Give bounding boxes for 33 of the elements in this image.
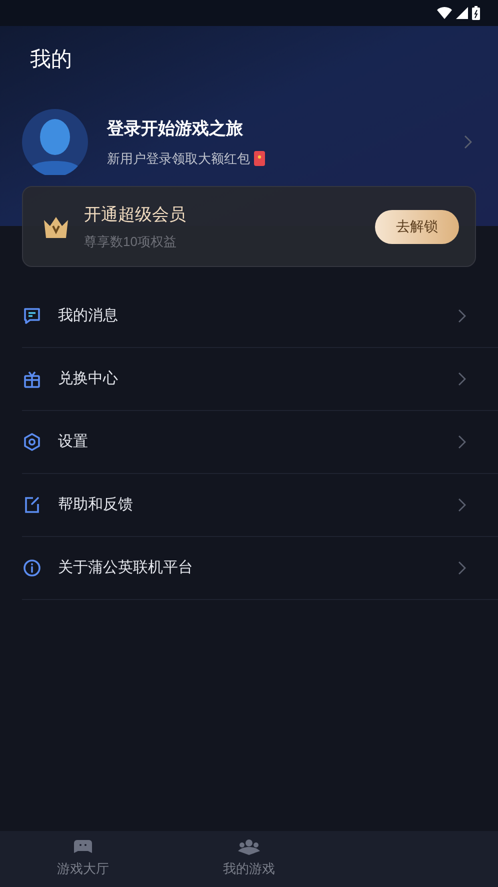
page-title: 我的 — [30, 48, 72, 71]
gift-icon — [22, 369, 42, 389]
wifi-icon — [437, 7, 452, 19]
crown-icon — [43, 216, 69, 238]
avatar-icon — [22, 109, 88, 175]
chevron-right-icon — [458, 498, 466, 512]
chevron-right-icon — [458, 435, 466, 449]
chevron-right-icon — [458, 561, 466, 575]
menu-item[interactable]: 关于蒲公英联机平台 — [22, 537, 498, 600]
chevron-right-icon — [458, 309, 466, 323]
settings-icon — [22, 432, 42, 452]
message-icon — [22, 306, 42, 326]
login-title: 登录开始游戏之旅 — [107, 118, 244, 140]
chevron-right-icon — [464, 135, 472, 149]
gamepad-icon — [74, 839, 92, 856]
nav-tab[interactable]: 我的游戏 — [166, 831, 332, 887]
battery-icon — [472, 6, 480, 20]
vip-title: 开通超级会员 — [84, 204, 187, 226]
nav-tab[interactable]: 游戏大厅 — [0, 831, 166, 887]
menu-item[interactable]: 设置 — [22, 411, 498, 474]
edit-icon — [22, 495, 42, 515]
envelope-icon — [254, 151, 265, 166]
menu-item[interactable]: 兑换中心 — [22, 348, 498, 411]
signal-icon — [456, 7, 468, 19]
login-subtitle: 新用户登录领取大额红包 — [107, 150, 250, 168]
vip-subtitle: 尊享数10项权益 — [84, 232, 178, 250]
people-icon — [238, 839, 260, 856]
chevron-right-icon — [458, 372, 466, 386]
menu-item[interactable]: 帮助和反馈 — [22, 474, 498, 537]
menu-item[interactable]: 我的消息 — [22, 285, 498, 348]
info-icon — [22, 558, 42, 578]
unlock-button[interactable]: 去解锁 — [375, 210, 459, 244]
login-row[interactable]: 登录开始游戏之旅 新用户登录领取大额红包 — [0, 106, 498, 178]
